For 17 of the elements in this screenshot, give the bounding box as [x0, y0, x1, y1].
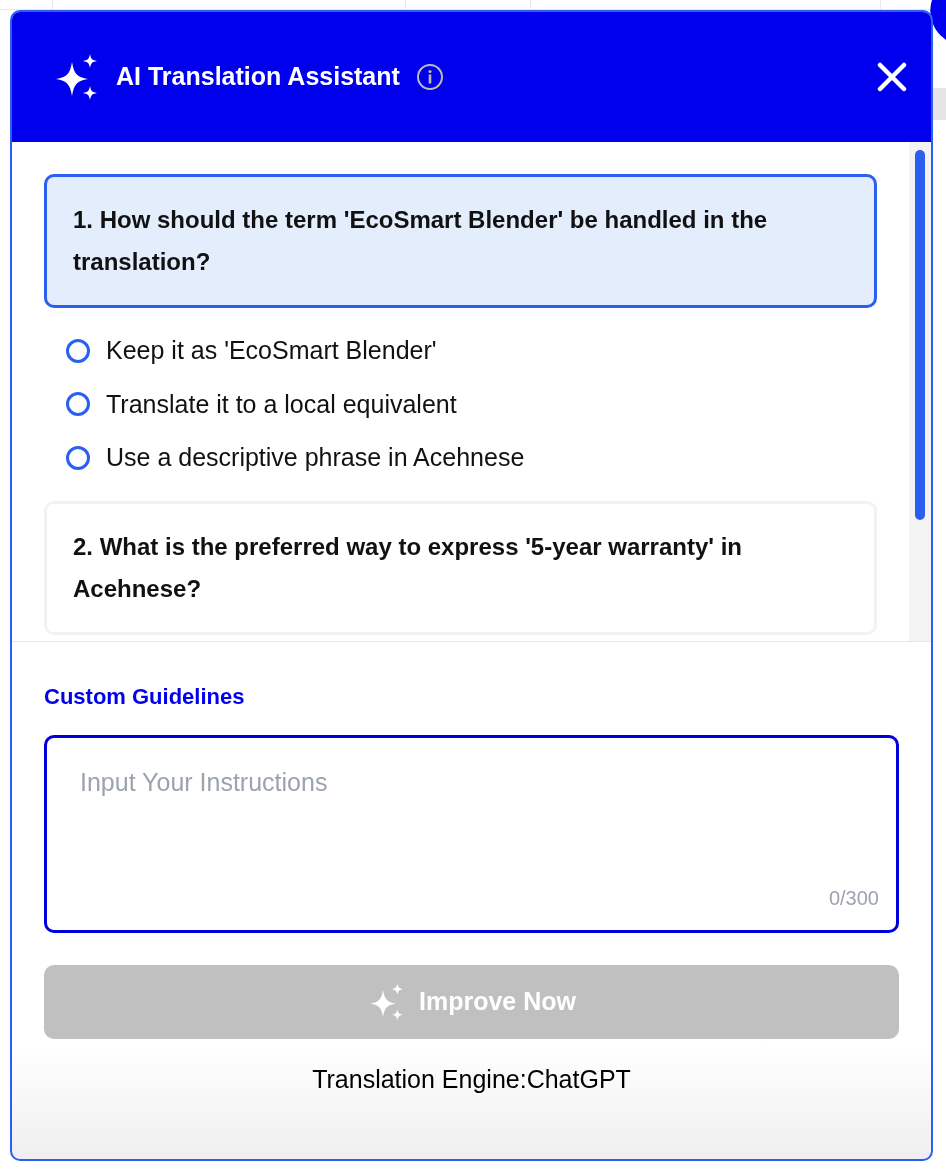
page-toolbar-edge: [933, 88, 946, 120]
engine-label: Translation Engine:ChatGPT: [312, 1064, 631, 1095]
close-icon[interactable]: [877, 62, 907, 92]
panel-title: AI Translation Assistant: [116, 61, 400, 93]
radio-button[interactable]: [66, 338, 90, 363]
info-icon[interactable]: [415, 63, 444, 91]
option-label[interactable]: Translate it to a local equivalent: [106, 385, 457, 423]
option-label[interactable]: Use a descriptive phrase in Acehnese: [106, 439, 525, 477]
question-card[interactable]: 2. What is the preferred way to express '5-year warranty' in Acehnese?: [44, 500, 877, 635]
radio-button[interactable]: [66, 392, 90, 417]
option-label[interactable]: Keep it as 'EcoSmart Blender': [106, 332, 437, 370]
radio-button[interactable]: [66, 445, 90, 470]
scrollbar-thumb[interactable]: [915, 150, 925, 520]
question-card[interactable]: 1. How should the term 'EcoSmart Blender' be handled in the translation?: [44, 174, 877, 308]
floating-button[interactable]: [930, 0, 946, 40]
character-counter: 0/300: [828, 886, 879, 911]
section-heading: Custom Guidelines: [44, 683, 246, 711]
